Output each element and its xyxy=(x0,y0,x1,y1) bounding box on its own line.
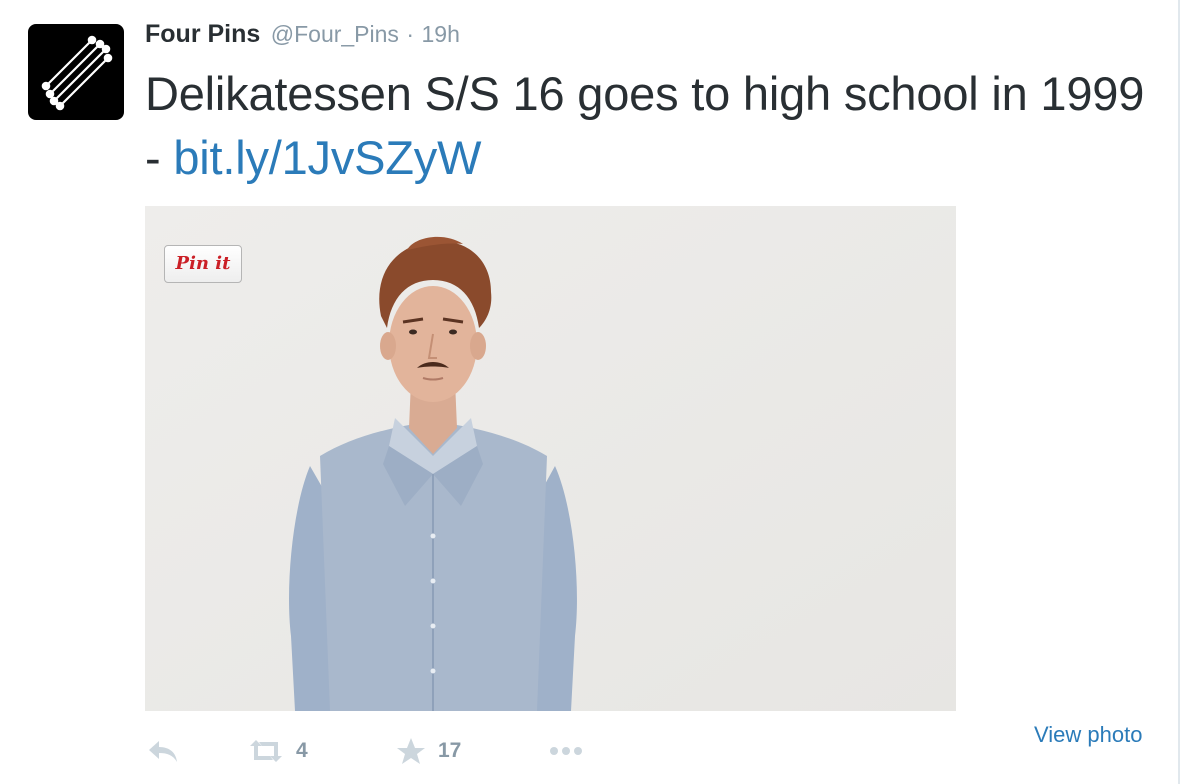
timestamp[interactable]: 19h xyxy=(422,21,460,47)
author-handle[interactable]: @Four_Pins xyxy=(271,21,399,47)
tweet-text: Delikatessen S/S 16 goes to high school … xyxy=(145,62,1145,190)
tweet-photo[interactable]: Pin it xyxy=(145,206,956,711)
more-button[interactable] xyxy=(548,735,588,767)
author-name[interactable]: Four Pins xyxy=(145,20,260,48)
star-icon xyxy=(397,738,425,764)
separator-dot: · xyxy=(406,21,415,47)
retweet-icon xyxy=(250,740,282,762)
favorite-button[interactable]: 17 xyxy=(396,735,461,767)
favorite-count: 17 xyxy=(438,739,462,762)
retweet-button[interactable]: 4 xyxy=(248,735,308,767)
tweet-header: Four Pins @Four_Pins · 19h xyxy=(145,20,460,56)
model-photo-image xyxy=(145,206,956,711)
pins-logo-icon xyxy=(41,35,113,111)
tweet-card: Four Pins @Four_Pins · 19h Delikatessen … xyxy=(0,0,1180,784)
view-photo-link[interactable]: View photo xyxy=(1034,722,1142,748)
reply-icon xyxy=(149,741,177,762)
avatar[interactable] xyxy=(28,24,124,120)
reply-button[interactable] xyxy=(146,735,180,767)
retweet-count: 4 xyxy=(296,739,308,762)
tweet-link[interactable]: bit.ly/1JvSZyW xyxy=(173,131,481,184)
more-icon xyxy=(550,747,582,755)
pin-it-button[interactable]: Pin it xyxy=(164,245,242,283)
